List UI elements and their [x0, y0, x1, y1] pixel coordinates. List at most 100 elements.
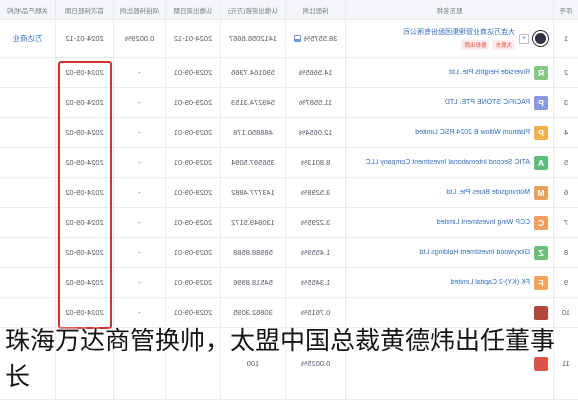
ratio-cell: 38.5575% [285, 20, 345, 57]
share-ratio: 1.3455% [300, 278, 331, 287]
row-index: 5 [553, 148, 578, 177]
row-index: 8 [553, 238, 578, 267]
subscribed-amount: 130849.5172 [231, 218, 275, 227]
indirect-ratio-cell: - [113, 148, 165, 177]
indirect-ratio: - [138, 278, 141, 287]
indirect-ratio-cell: - [113, 88, 165, 117]
expand-toggle-icon[interactable]: + [519, 33, 529, 44]
subscribe-date: 2029-09-01 [173, 308, 213, 317]
subscribe-date: 2029-09-01 [173, 68, 213, 77]
shareholder-name[interactable]: ATIC Second International Investment Com… [366, 159, 530, 166]
shareholder-cell[interactable]: + 大连万达商业管理集团股份有限公司 大股东 股权出质 [345, 20, 553, 57]
shareholder-name[interactable]: Morningside Blues Pte. Ltd [446, 189, 530, 196]
related-cell [0, 88, 55, 117]
subscribe-date: 2029-09-01 [173, 158, 213, 167]
related-header[interactable]: 关联产品/机构 [0, 0, 55, 19]
share-ratio: 3.2295% [300, 218, 331, 227]
table-row[interactable]: 1 + 大连万达商业管理集团股份有限公司 大股东 股权出质 38.5575% 1412056… [0, 20, 578, 58]
shareholder-cell[interactable]: F FK (KY)-2 Capital Limited [345, 268, 553, 297]
indirect-ratio-cell: - [113, 58, 165, 87]
shareholder-name-block: PACIFIC STONE PTE. LTD [445, 99, 530, 106]
amount-cell: 130849.5172 [220, 208, 285, 237]
shareholder-name[interactable]: CCP Wing Investment Limited [437, 219, 530, 226]
company-logo: M [534, 185, 548, 200]
related-cell [0, 148, 55, 177]
subscribed-amount: 356597.5094 [231, 158, 275, 167]
related-cell [0, 58, 55, 87]
shareholder-name[interactable]: FK (KY)-2 Capital Limited [451, 279, 530, 286]
shareholder-name-block: FK (KY)-2 Capital Limited [451, 279, 530, 286]
subscribe-date: 2029-09-01 [173, 98, 213, 107]
indirect-ratio-cell: - [113, 208, 165, 237]
tag-badge: 股权出质 [461, 40, 490, 50]
related-cell [0, 178, 55, 207]
related-cell [0, 268, 55, 297]
share-ratio: 38.5575% [303, 34, 338, 43]
ratio-header[interactable]: 持股比例 [285, 0, 345, 19]
ratio-cell: 12.0654% [285, 118, 345, 147]
ratio-cell: 11.5587% [285, 88, 345, 117]
shareholder-cell[interactable]: Z Glorywood Investment Holdings Ltd [345, 238, 553, 267]
subscribe-date-cell: 2029-09-01 [165, 178, 220, 207]
shareholder-name[interactable]: 大连万达商业管理集团股份有限公司 [403, 27, 515, 37]
chart-icon[interactable] [293, 35, 301, 42]
subscribed-amount: 30862.3095 [233, 308, 273, 317]
indirect-ratio: - [138, 218, 141, 227]
shareholder-cell[interactable]: P Platinum Willow B 2024 RSC Limited [345, 118, 553, 147]
share-ratio: 11.5587% [298, 98, 333, 107]
company-logo: F [534, 275, 548, 290]
amount-header[interactable]: 认缴出资额(万元) [220, 0, 285, 19]
shareholder-cell[interactable]: R Riverside Heights Pte. Ltd [345, 58, 553, 87]
amount-cell: 549274.3153 [220, 88, 285, 117]
share-ratio: 14.5665% [298, 68, 333, 77]
shareholder-cell[interactable]: P PACIFIC STONE PTE. LTD [345, 88, 553, 117]
subscribe-date: 2029-09-01 [173, 188, 213, 197]
shareholder-cell[interactable]: C CCP Wing Investment Limited [345, 208, 553, 237]
company-logo: P [534, 125, 548, 140]
related-cell [0, 118, 55, 147]
company-logo: C [534, 215, 548, 230]
related-product-link[interactable]: 万达商业 [13, 33, 43, 44]
indirect-ratio-cell: - [113, 238, 165, 267]
shareholder-name-block: Platinum Willow B 2024 RSC Limited [415, 129, 530, 136]
index-header[interactable]: 序号 [553, 0, 578, 19]
shareholder-name[interactable]: PACIFIC STONE PTE. LTD [445, 99, 530, 106]
indirect-ratio: - [138, 68, 141, 77]
shareholder-name[interactable]: Riverside Heights Pte. Ltd [449, 69, 530, 76]
amount-cell: 356597.5094 [220, 148, 285, 177]
shareholder-name-block: Morningside Blues Pte. Ltd [446, 189, 530, 196]
ratio-cell: 14.5665% [285, 58, 345, 87]
shareholder-name[interactable]: Platinum Willow B 2024 RSC Limited [415, 129, 530, 136]
subscribed-amount: 488850.178 [233, 128, 273, 137]
subscribe-date-cell: 2024-01-12 [165, 20, 220, 57]
indirect-ratio-header[interactable]: 间接持股比例 [113, 0, 165, 19]
subscribed-amount: 590164.7366 [231, 68, 275, 77]
company-logo: R [534, 65, 548, 80]
shareholder-name[interactable]: Glorywood Investment Holdings Ltd [420, 249, 531, 256]
subscribe-date-cell: 2029-09-01 [165, 118, 220, 147]
subscribe-date-cell: 2029-09-01 [165, 268, 220, 297]
share-ratio: 3.5298% [300, 188, 331, 197]
name-header[interactable]: 股东名称 [345, 0, 553, 19]
subscribed-amount: 54518.8996 [233, 278, 273, 287]
related-cell [0, 208, 55, 237]
amount-cell: 143777.4882 [220, 178, 285, 207]
first-date-header[interactable]: 首次持股日期 [55, 0, 113, 19]
subscribe-date: 2029-09-01 [173, 218, 213, 227]
highlight-box [58, 61, 112, 329]
indirect-ratio-cell: 0.0029% [113, 20, 165, 57]
ratio-cell: 8.8013% [285, 148, 345, 177]
shareholder-cell[interactable]: M Morningside Blues Pte. Ltd [345, 178, 553, 207]
subscribe-date: 2024-01-12 [173, 34, 213, 43]
subscribe-date: 2029-09-01 [173, 248, 213, 257]
ratio-cell: 3.5298% [285, 178, 345, 207]
row-index: 3 [553, 88, 578, 117]
news-caption: 珠海万达商管换帅，太盟中国总裁黄德炜出任董事长 [5, 326, 556, 391]
amount-cell: 1412056.6667 [220, 20, 285, 57]
company-logo [533, 31, 548, 46]
shareholder-cell[interactable]: A ATIC Second International Investment Co… [345, 148, 553, 177]
ratio-cell: 1.3455% [285, 268, 345, 297]
share-ratio: 12.0654% [298, 128, 333, 137]
row-index: 4 [553, 118, 578, 147]
subscribe-date-header[interactable]: 认缴出资日期 [165, 0, 220, 19]
